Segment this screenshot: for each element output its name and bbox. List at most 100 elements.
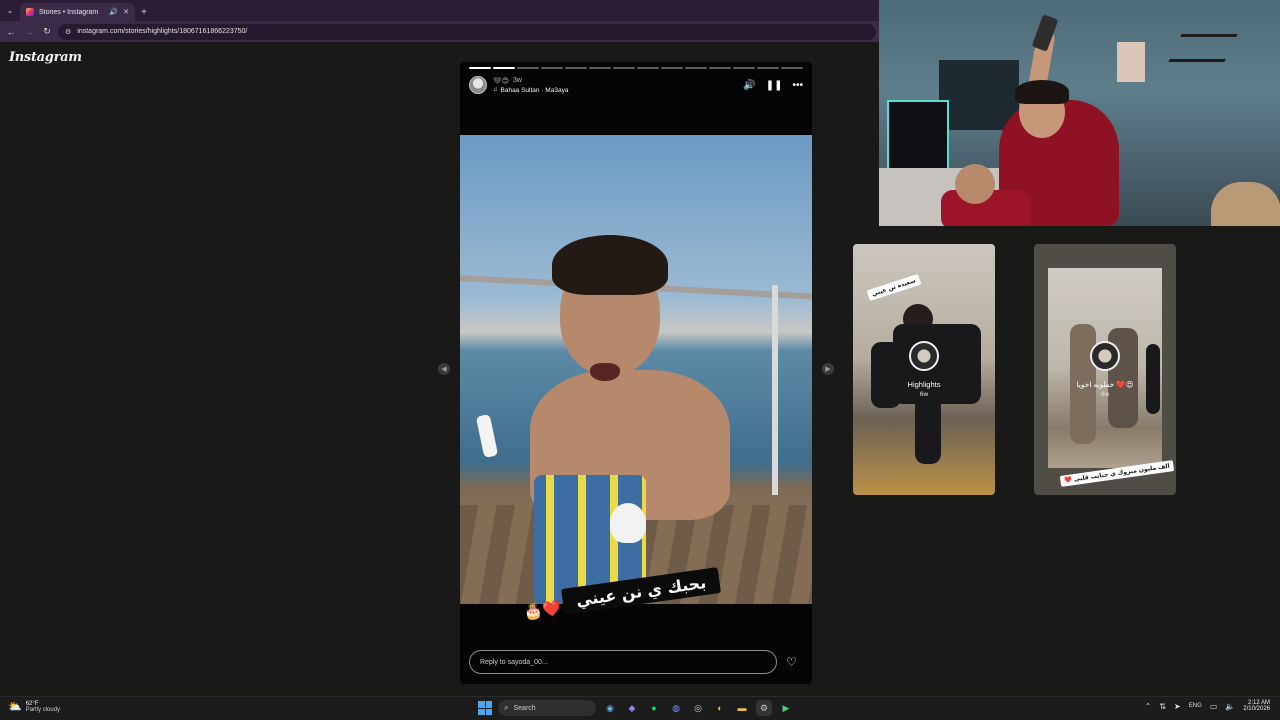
progress-segment [661, 67, 683, 69]
reply-bar: Reply to sayoda_00... ♡ [469, 650, 803, 674]
forward-button[interactable]: → [22, 25, 36, 39]
progress-segment [493, 67, 515, 69]
avatar [1090, 341, 1120, 371]
address-bar[interactable]: ⚙ instagram.com/stories/highlights/18067… [58, 23, 876, 40]
progress-segment [685, 67, 707, 69]
progress-segment [733, 67, 755, 69]
instagram-logo[interactable]: Instagram [9, 50, 82, 65]
story-header: 🖤😊 3w ♫ Bahaa Sultan · Ma3aya 🔊 ❚❚ ••• [469, 74, 803, 96]
folder-icon[interactable]: ▬ [734, 700, 750, 716]
chair [1211, 182, 1280, 226]
steam-icon[interactable]: ⚙ [756, 700, 772, 716]
browser-tab-strip: ⌄ Stories • Instagram 🔊 ✕ + [0, 0, 880, 21]
pause-icon[interactable]: ❚❚ [766, 80, 783, 91]
browser-toolbar: ← → ↻ ⚙ instagram.com/stories/highlights… [0, 21, 880, 42]
progress-segment [637, 67, 659, 69]
wifi-icon[interactable]: ▭ [1210, 702, 1218, 711]
weather-desc: Partly cloudy [25, 706, 61, 713]
close-icon[interactable]: ✕ [123, 8, 129, 16]
more-icon[interactable]: ••• [792, 80, 803, 91]
taskbar-apps: ⌕ Search ◉ ◆ ● ◍ ◎ ◐ ▬ ⚙ ▶ [478, 700, 794, 716]
shorts-print [610, 503, 646, 543]
story-time: 3w [513, 77, 522, 84]
wall-poster [1117, 42, 1145, 82]
caption-emojis: 🎂❤️ [523, 599, 563, 622]
chevron-right-icon: ▶ [825, 366, 831, 373]
tab-search-menu-button[interactable]: ⌄ [0, 0, 20, 21]
verified-badge-icon: 🖤😊 [493, 77, 510, 85]
progress-segment [565, 67, 587, 69]
progress-segment [613, 67, 635, 69]
avatar[interactable] [469, 76, 487, 94]
system-tray: ⌃ ⇅ ➤ ENG ▭ 🔈 2:12 AM 2/10/2026 [1145, 700, 1270, 712]
heart-icon[interactable]: ♡ [786, 655, 797, 669]
shelf [939, 60, 1019, 130]
windows-start-icon[interactable] [478, 701, 492, 715]
weather-icon: ⛅ [8, 701, 22, 713]
railing-post [772, 285, 778, 495]
speaker-icon[interactable]: 🔊 [109, 8, 118, 16]
story-photo [460, 135, 812, 604]
reply-input[interactable]: Reply to sayoda_00... [469, 650, 777, 674]
gaming-pc [887, 100, 949, 170]
spotify-icon[interactable]: ● [646, 700, 662, 716]
progress-segment [589, 67, 611, 69]
progress-segment [469, 67, 491, 69]
chevron-up-icon[interactable]: ⌃ [1145, 702, 1152, 711]
chrome-icon[interactable]: ◐ [712, 700, 728, 716]
highlight-label: خطوبه اخويا ❤️😍 [1076, 380, 1134, 389]
taskbar-search[interactable]: ⌕ Search [498, 700, 596, 716]
previous-story-button[interactable]: ◀ [438, 363, 450, 375]
phone [1031, 14, 1059, 52]
site-info-icon[interactable]: ⚙ [65, 28, 71, 36]
new-tab-button[interactable]: + [135, 3, 153, 21]
highlight-label: Highlights [907, 380, 941, 389]
progress-segment [757, 67, 779, 69]
speaker-icon[interactable]: 🔈 [1225, 702, 1235, 711]
wall-art [1168, 34, 1238, 62]
story-progress-bar [469, 67, 803, 69]
discord-icon[interactable]: ◍ [668, 700, 684, 716]
address-url: instagram.com/stories/highlights/1806716… [77, 28, 248, 35]
taskbar-clock[interactable]: 2:12 AM 2/10/2026 [1243, 700, 1270, 712]
webcam-overlay [879, 0, 1280, 226]
chevron-left-icon: ◀ [441, 366, 447, 373]
highlight-time: 6w [1100, 391, 1110, 398]
progress-segment [517, 67, 539, 69]
tab-title: Stories • Instagram [39, 8, 99, 16]
location-icon[interactable]: ➤ [1174, 702, 1181, 711]
avatar [909, 341, 939, 371]
streamer-hair [1015, 80, 1069, 104]
reload-button[interactable]: ↻ [40, 25, 54, 39]
highlight-preview-1[interactable]: سعيدة نن عيني Highlights 6w [853, 244, 995, 495]
language-indicator[interactable]: ENG [1189, 703, 1202, 709]
story-viewer[interactable]: 🖤😊 3w ♫ Bahaa Sultan · Ma3aya 🔊 ❚❚ ••• ب… [460, 62, 812, 684]
clock-date: 2/10/2026 [1243, 706, 1270, 712]
browser-tab[interactable]: Stories • Instagram 🔊 ✕ [20, 3, 135, 21]
search-icon: ⌕ [504, 703, 509, 712]
search-label: Search [513, 704, 536, 712]
highlight-preview-2[interactable]: خطوبه اخويا ❤️😍 6w الف مليون مبروك ي حبا… [1034, 244, 1176, 495]
reply-placeholder: Reply to sayoda_00... [480, 658, 548, 666]
progress-segment [781, 67, 803, 69]
child-hair [552, 235, 668, 295]
app-icon[interactable]: ◆ [624, 700, 640, 716]
music-icon: ♫ [493, 87, 498, 93]
weather-widget[interactable]: ⛅ 62°F Partly cloudy [8, 700, 61, 714]
speaker-icon[interactable]: 🔊 [743, 80, 755, 91]
copilot-icon[interactable]: ◉ [602, 700, 618, 716]
instagram-favicon-icon [26, 8, 34, 16]
highlight-time: 6w [919, 391, 929, 398]
taskbar: ⛅ 62°F Partly cloudy ⌕ Search ◉ ◆ ● ◍ ◎ … [0, 696, 1280, 720]
progress-segment [541, 67, 563, 69]
kid-face [955, 164, 995, 204]
story-music[interactable]: Bahaa Sultan · Ma3aya [501, 87, 569, 94]
network-icon[interactable]: ⇅ [1159, 702, 1166, 711]
app-icon[interactable]: ▶ [778, 700, 794, 716]
wristband [475, 414, 499, 458]
progress-segment [709, 67, 731, 69]
obs-icon[interactable]: ◎ [690, 700, 706, 716]
child-mouth [590, 363, 620, 381]
next-story-button[interactable]: ▶ [822, 363, 834, 375]
back-button[interactable]: ← [4, 25, 18, 39]
